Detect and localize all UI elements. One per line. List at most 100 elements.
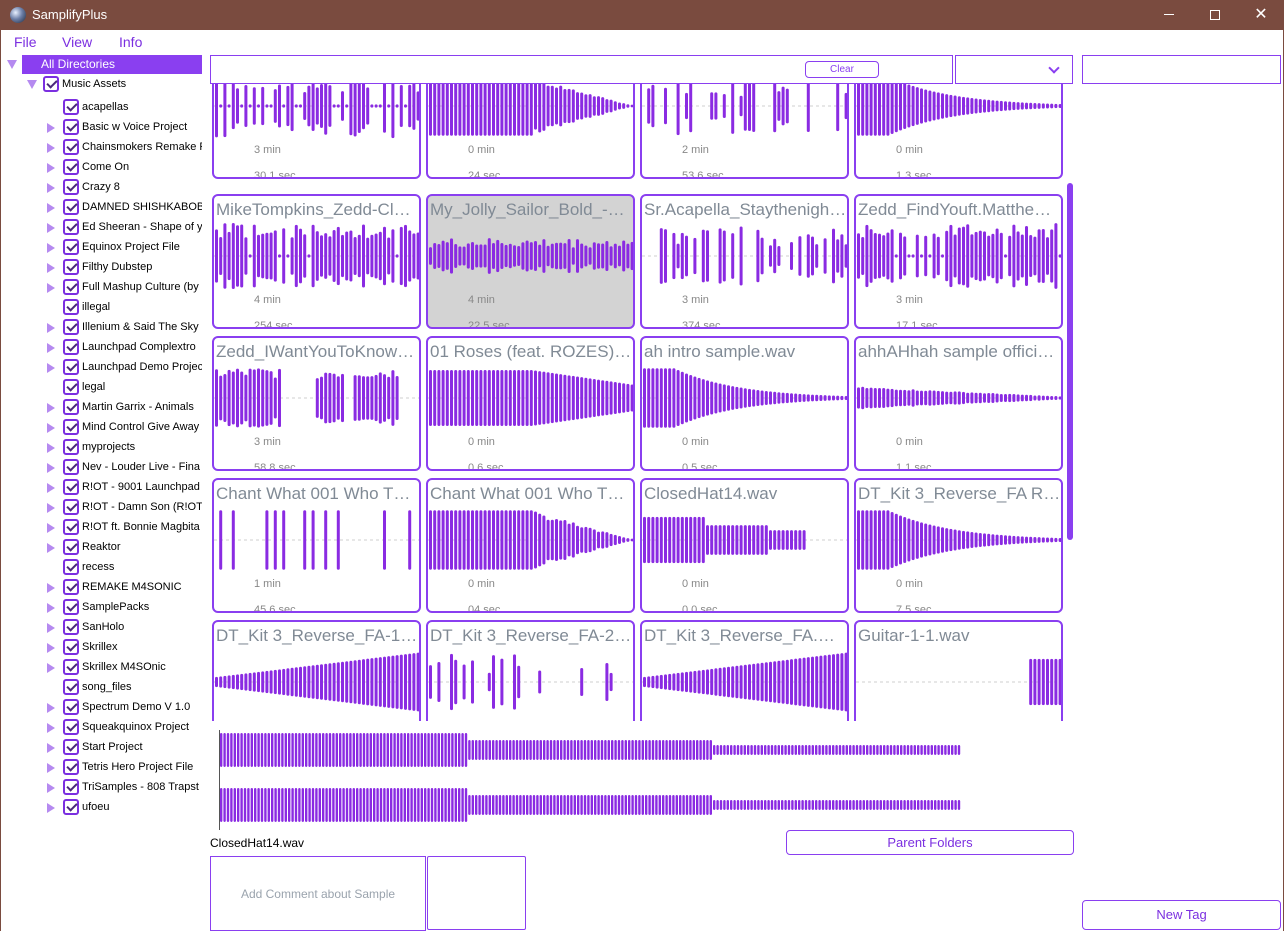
clear-button[interactable]: Clear — [805, 61, 879, 78]
tree-item-label[interactable]: Equinox Project File — [82, 241, 202, 253]
expand-icon[interactable] — [47, 723, 55, 733]
expand-icon[interactable] — [47, 363, 55, 373]
tree-checkbox[interactable] — [63, 219, 79, 235]
tree-item-label[interactable]: Skrillex — [82, 641, 202, 653]
tree-item-label[interactable]: Crazy 8 — [82, 181, 202, 193]
new-tag-button[interactable]: New Tag — [1082, 900, 1281, 930]
tree-item-label[interactable]: SanHolo — [82, 621, 202, 633]
tree-checkbox[interactable] — [63, 659, 79, 675]
tree-item-label[interactable]: Ed Sheeran - Shape of y — [82, 221, 202, 233]
expand-icon[interactable] — [47, 403, 55, 413]
tree-checkbox[interactable] — [63, 639, 79, 655]
tree-checkbox[interactable] — [63, 699, 79, 715]
sample-tile[interactable]: My_Jolly_Sailor_Bold_-Full... 4 min 22.5 s… — [426, 194, 635, 329]
expand-icon[interactable] — [47, 123, 55, 133]
sample-tile[interactable]: Chant What 001 Who Tha ... 0 min 04 sec — [426, 478, 635, 613]
expand-icon[interactable] — [47, 783, 55, 793]
tree-item-label[interactable]: DAMNED SHISHKABOB — [82, 201, 202, 213]
minimize-button[interactable] — [1146, 0, 1192, 30]
tree-item-label[interactable]: Squeakquinox Project — [82, 721, 202, 733]
expand-icon[interactable] — [47, 423, 55, 433]
expand-icon[interactable] — [47, 583, 55, 593]
expand-icon[interactable] — [47, 623, 55, 633]
tree-item-label[interactable]: Launchpad Complextro — [82, 341, 202, 353]
tree-checkbox[interactable] — [63, 139, 79, 155]
sample-tile[interactable]: 01 Roses (feat. ROZES) - P... 0 min 0.6 se… — [426, 336, 635, 471]
expand-icon[interactable] — [47, 203, 55, 213]
expand-icon[interactable] — [47, 603, 55, 613]
tree-checkbox[interactable] — [63, 479, 79, 495]
expand-icon[interactable] — [47, 283, 55, 293]
tree-checkbox[interactable] — [63, 179, 79, 195]
tree-checkbox[interactable] — [63, 399, 79, 415]
tree-root-all-directories[interactable]: All Directories — [22, 55, 202, 74]
tree-checkbox[interactable] — [63, 199, 79, 215]
expand-icon[interactable] — [47, 183, 55, 193]
tree-checkbox[interactable] — [63, 299, 79, 315]
expand-icon[interactable] — [47, 743, 55, 753]
tree-item-label[interactable]: Full Mashup Culture (by — [82, 281, 202, 293]
tree-checkbox[interactable] — [63, 279, 79, 295]
sample-tile[interactable]: DT_Kit 3_Reverse_FA-2.wav 3 min — [426, 620, 635, 721]
parent-folders-button[interactable]: Parent Folders — [786, 830, 1074, 855]
tree-item-label[interactable]: Spectrum Demo V 1.0 — [82, 701, 202, 713]
tree-item-label[interactable]: Basic w Voice Project — [82, 121, 202, 133]
tree-item-label[interactable]: TriSamples - 808 Trapst — [82, 781, 202, 793]
tree-item-label[interactable]: myprojects — [82, 441, 202, 453]
tree-item-label[interactable]: Come On — [82, 161, 202, 173]
tree-item-label[interactable]: R!OT - Damn Son (R!OT — [82, 501, 202, 513]
tree-checkbox[interactable] — [63, 759, 79, 775]
expand-music-assets-icon[interactable] — [27, 80, 37, 89]
sample-tile[interactable]: DT_Kit 3_Reverse_FA R.wav 0 min 7.5 sec — [854, 478, 1063, 613]
tree-item-label[interactable]: R!OT - 9001 Launchpad — [82, 481, 202, 493]
sample-tile[interactable]: ClosedHat14.wav 0 min 0.0 sec — [640, 478, 849, 613]
tree-checkbox[interactable] — [63, 679, 79, 695]
tree-item-label[interactable]: Illenium & Said The Sky — [82, 321, 202, 333]
tree-checkbox[interactable] — [63, 379, 79, 395]
expand-icon[interactable] — [47, 163, 55, 173]
maximize-button[interactable] — [1192, 0, 1238, 30]
sample-tile[interactable]: 0 min 24 sec — [426, 84, 635, 179]
expand-icon[interactable] — [47, 543, 55, 553]
tree-checkbox[interactable] — [63, 419, 79, 435]
expand-icon[interactable] — [47, 703, 55, 713]
tree-checkbox[interactable] — [63, 499, 79, 515]
tree-checkbox[interactable] — [63, 359, 79, 375]
sample-tile[interactable]: Sr.Acapella_Staythenight(... 3 min 374 sec — [640, 194, 849, 329]
tree-item-label[interactable]: ufoeu — [82, 801, 202, 813]
tree-checkbox[interactable] — [63, 259, 79, 275]
expand-icon[interactable] — [47, 483, 55, 493]
tree-item-label[interactable]: song_files — [82, 681, 202, 693]
tree-checkbox[interactable] — [63, 319, 79, 335]
sample-tile[interactable]: Guitar-1-1.wav 3 min — [854, 620, 1063, 721]
tree-checkbox[interactable] — [63, 459, 79, 475]
close-button[interactable]: ✕ — [1238, 0, 1284, 30]
tree-item-label[interactable]: Mind Control Give Away — [82, 421, 202, 433]
tree-item-music-assets[interactable]: Music Assets — [62, 78, 126, 90]
tree-item-label[interactable]: Tetris Hero Project File — [82, 761, 202, 773]
menu-info[interactable]: Info — [119, 34, 142, 50]
tree-checkbox[interactable] — [63, 719, 79, 735]
tree-checkbox[interactable] — [63, 739, 79, 755]
tree-checkbox[interactable] — [63, 799, 79, 815]
expand-icon[interactable] — [47, 643, 55, 653]
expand-icon[interactable] — [47, 323, 55, 333]
tree-item-label[interactable]: Skrillex M4SOnic — [82, 661, 202, 673]
tree-checkbox[interactable] — [63, 779, 79, 795]
tree-item-label[interactable]: Filthy Dubstep — [82, 261, 202, 273]
tree-item-label[interactable]: recess — [82, 561, 202, 573]
expand-icon[interactable] — [47, 763, 55, 773]
tree-item-label[interactable]: Chainsmokers Remake F — [82, 141, 202, 153]
expand-icon[interactable] — [47, 223, 55, 233]
expand-icon[interactable] — [47, 523, 55, 533]
tree-checkbox[interactable] — [63, 599, 79, 615]
sample-tile[interactable]: Zedd_IWantYouToKnow(feat... 3 min 58.8 sec — [212, 336, 421, 471]
expand-all-icon[interactable] — [7, 60, 17, 69]
expand-icon[interactable] — [47, 463, 55, 473]
tree-checkbox[interactable] — [63, 339, 79, 355]
sample-tile[interactable]: 2 min 53.6 sec — [640, 84, 849, 179]
tree-item-label[interactable]: Reaktor — [82, 541, 202, 553]
tree-checkbox[interactable] — [63, 539, 79, 555]
comment-input[interactable]: Add Comment about Sample — [210, 856, 426, 931]
tree-checkbox[interactable] — [63, 559, 79, 575]
